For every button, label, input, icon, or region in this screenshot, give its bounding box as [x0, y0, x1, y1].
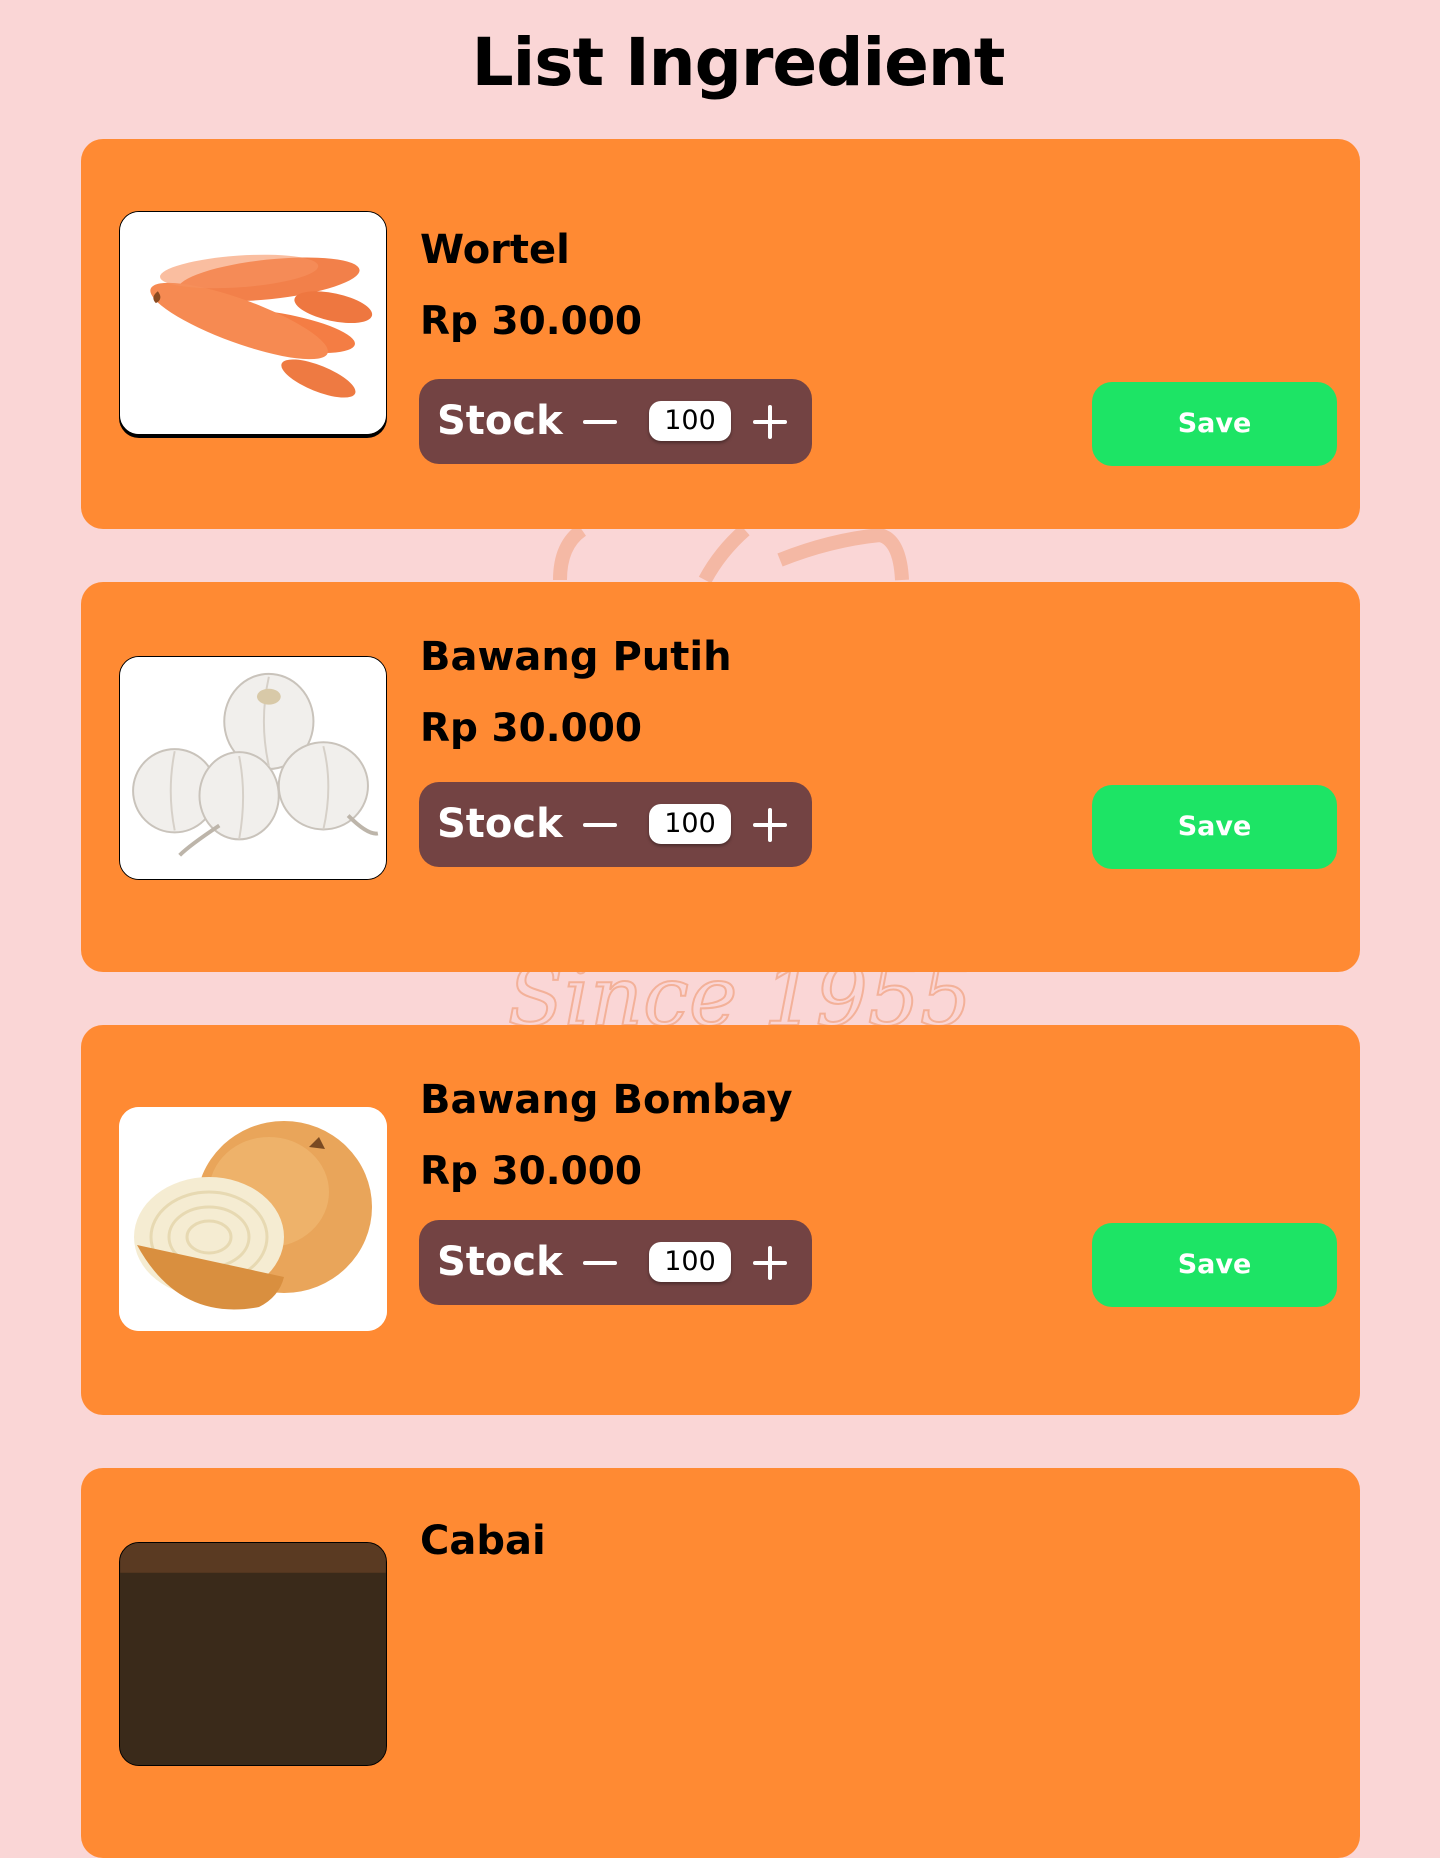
carrot-image: [119, 211, 387, 435]
chili-image: [119, 1542, 387, 1766]
ingredient-name: Bawang Bombay: [420, 1077, 793, 1123]
stock-quantity-field[interactable]: 100: [649, 401, 731, 441]
decrement-stock-button[interactable]: [581, 804, 621, 844]
ingredient-card: Bawang Bombay Rp 30.000 Stock 100 Save: [81, 1025, 1360, 1415]
ingredient-price: Rp 30.000: [420, 1149, 643, 1194]
increment-stock-button[interactable]: [751, 1242, 791, 1282]
stock-control: Stock 100: [419, 1220, 812, 1305]
ingredient-card: Wortel Rp 30.000 Stock 100 Save: [81, 139, 1360, 529]
stock-quantity-field[interactable]: 100: [649, 1242, 731, 1282]
ingredient-card: Cabai: [81, 1468, 1360, 1858]
stock-label: Stock: [437, 801, 563, 847]
stock-control: Stock 100: [419, 782, 812, 867]
ingredient-price: Rp 30.000: [420, 299, 643, 344]
increment-stock-button[interactable]: [751, 804, 791, 844]
increment-stock-button[interactable]: [751, 401, 791, 441]
stock-quantity-field[interactable]: 100: [649, 804, 731, 844]
stock-label: Stock: [437, 1239, 563, 1285]
save-button[interactable]: Save: [1092, 1223, 1337, 1307]
page-title: List Ingredient: [471, 24, 1006, 101]
onion-image: [119, 1107, 387, 1331]
garlic-image: [119, 656, 387, 880]
ingredient-card: Bawang Putih Rp 30.000 Stock 100 Save: [81, 582, 1360, 972]
decrement-stock-button[interactable]: [581, 401, 621, 441]
ingredient-name: Bawang Putih: [420, 634, 732, 680]
stock-control: Stock 100: [419, 379, 812, 464]
save-button[interactable]: Save: [1092, 382, 1337, 466]
ingredient-price: Rp 30.000: [420, 706, 643, 751]
ingredient-name: Cabai: [420, 1518, 546, 1564]
stock-label: Stock: [437, 398, 563, 444]
decrement-stock-button[interactable]: [581, 1242, 621, 1282]
ingredient-name: Wortel: [420, 227, 570, 273]
save-button[interactable]: Save: [1092, 785, 1337, 869]
